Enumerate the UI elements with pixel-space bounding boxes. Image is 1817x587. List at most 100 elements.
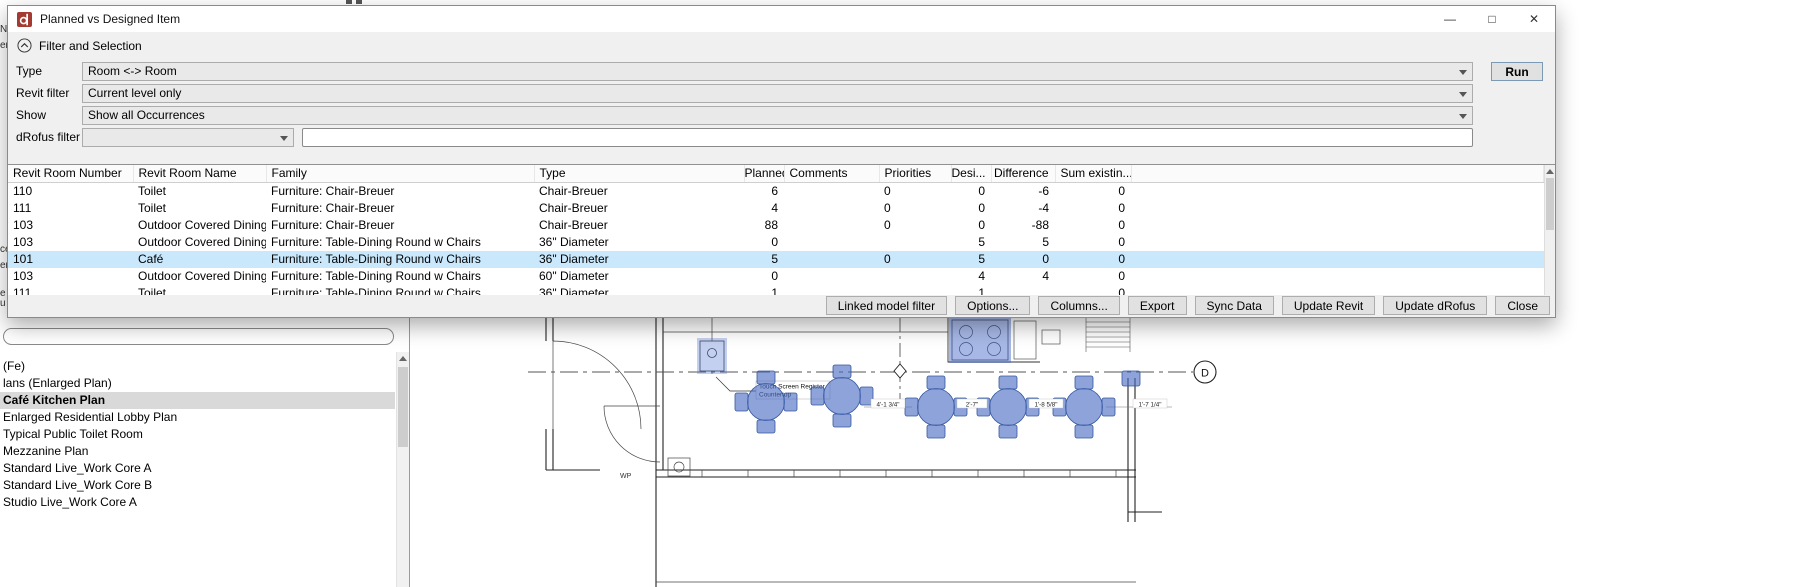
table-cell: 0 (951, 200, 991, 217)
scroll-up-icon[interactable] (1545, 165, 1555, 178)
drofus-filter-input[interactable] (302, 128, 1473, 147)
column-header-filler (1131, 165, 1544, 182)
wp-label: WP (620, 473, 632, 480)
browser-scrollbar[interactable] (396, 352, 409, 587)
scrollbar-thumb[interactable] (1546, 178, 1554, 230)
column-header[interactable]: Difference (991, 165, 1055, 182)
column-header[interactable]: Priorities (879, 165, 951, 182)
browser-item[interactable]: Enlarged Residential Lobby Plan (0, 409, 395, 426)
highlighted-chair[interactable] (1122, 371, 1140, 386)
highlighted-table[interactable] (811, 365, 873, 427)
table-cell: 88 (744, 217, 784, 234)
highlighted-table[interactable] (735, 371, 797, 433)
table-cell: 0 (879, 217, 951, 234)
button-update-revit[interactable]: Update Revit (1282, 296, 1375, 315)
table-row[interactable]: 111ToiletFurniture: Chair-BreuerChair-Br… (8, 200, 1544, 217)
plan-walls (546, 318, 1162, 587)
table-row[interactable]: 103Outdoor Covered DiningFurniture: Tabl… (8, 268, 1544, 285)
browser-item[interactable]: Standard Live_Work Core B (0, 477, 395, 494)
chevron-down-icon (1459, 92, 1467, 97)
drofus-filter-combobox[interactable] (82, 128, 294, 147)
close-button[interactable]: ✕ (1513, 6, 1555, 32)
drofus-filter-label: dRofus filter (16, 128, 82, 147)
button-close[interactable]: Close (1495, 296, 1550, 315)
table-scrollbar[interactable] (1544, 165, 1555, 295)
table-row[interactable]: 101CaféFurniture: Table-Dining Round w C… (8, 251, 1544, 268)
table-cell: 103 (8, 268, 133, 285)
column-header[interactable]: Revit Room Number (8, 165, 133, 182)
column-header[interactable]: Revit Room Name (133, 165, 266, 182)
browser-item[interactable]: Typical Public Toilet Room (0, 426, 395, 443)
button-sync-data[interactable]: Sync Data (1195, 296, 1274, 315)
floor-plan-canvas[interactable]: D Touch Screen Register Countertop WP (410, 318, 1817, 587)
table-cell: 5 (951, 251, 991, 268)
table-cell: -88 (991, 217, 1055, 234)
browser-search-input[interactable] (3, 328, 394, 345)
table-row[interactable]: 110ToiletFurniture: Chair-BreuerChair-Br… (8, 182, 1544, 200)
table-cell-filler (1131, 268, 1544, 285)
column-header[interactable]: Sum existin... (1055, 165, 1131, 182)
table-cell-filler (1131, 217, 1544, 234)
button-linked-model-filter[interactable]: Linked model filter (826, 296, 947, 315)
button-update-drofus[interactable]: Update dRofus (1383, 296, 1487, 315)
browser-item[interactable]: lans (Enlarged Plan) (0, 375, 395, 392)
ribbon-fragment-icon (356, 0, 362, 4)
type-combobox[interactable]: Room <-> Room (82, 62, 1473, 81)
dialog-titlebar[interactable]: Planned vs Designed Item — □ ✕ (8, 6, 1555, 32)
table-cell: Furniture: Table-Dining Round w Chairs (266, 285, 534, 296)
table-cell: 1 (744, 285, 784, 296)
table-cell (784, 234, 879, 251)
chevron-down-icon (1459, 114, 1467, 119)
table-cell: Toilet (133, 200, 266, 217)
table-cell (784, 200, 879, 217)
column-header[interactable]: Planned (744, 165, 784, 182)
table-cell-filler (1131, 234, 1544, 251)
table-cell-filler (1131, 200, 1544, 217)
column-header[interactable]: Type (534, 165, 744, 182)
show-combobox[interactable]: Show all Occurrences (82, 106, 1473, 125)
browser-item[interactable]: Café Kitchen Plan (0, 392, 395, 409)
minimize-button[interactable]: — (1429, 6, 1471, 32)
table-cell: Chair-Breuer (534, 200, 744, 217)
table-cell-filler (1131, 182, 1544, 200)
browser-item[interactable]: Mezzanine Plan (0, 443, 395, 460)
dimension-text: 2'-7" (966, 402, 979, 409)
table-cell (991, 285, 1055, 296)
table-cell: 0 (1055, 251, 1131, 268)
table-cell: 103 (8, 217, 133, 234)
browser-item[interactable]: (Fe) (0, 358, 395, 375)
table-cell: 4 (951, 268, 991, 285)
table-cell: 6 (744, 182, 784, 200)
text-fragment: u (0, 298, 6, 309)
table-cell (784, 182, 879, 200)
revit-filter-combobox[interactable]: Current level only (82, 84, 1473, 103)
planned-vs-designed-dialog: Planned vs Designed Item — □ ✕ Filter an… (7, 5, 1556, 318)
column-header[interactable]: Family (266, 165, 534, 182)
dimension-text: 4'-1 3/4" (876, 402, 899, 409)
scrollbar-thumb[interactable] (398, 367, 408, 447)
run-button[interactable]: Run (1491, 62, 1543, 81)
scroll-up-icon[interactable] (397, 352, 409, 365)
table-cell: 0 (991, 251, 1055, 268)
table-cell: 0 (1055, 268, 1131, 285)
maximize-button[interactable]: □ (1471, 6, 1513, 32)
table-cell: 0 (1055, 182, 1131, 200)
browser-item[interactable]: Studio Live_Work Core A (0, 494, 395, 511)
browser-item[interactable]: Standard Live_Work Core A (0, 460, 395, 477)
table-cell (784, 268, 879, 285)
button-columns[interactable]: Columns... (1038, 296, 1119, 315)
button-export[interactable]: Export (1128, 296, 1187, 315)
table-row[interactable]: 103Outdoor Covered DiningFurniture: Tabl… (8, 234, 1544, 251)
table-cell: Chair-Breuer (534, 217, 744, 234)
table-cell: 0 (879, 200, 951, 217)
column-header[interactable]: Desi... (951, 165, 991, 182)
collapse-section-icon[interactable] (17, 38, 32, 53)
table-row[interactable]: 103Outdoor Covered DiningFurniture: Chai… (8, 217, 1544, 234)
button-options[interactable]: Options... (955, 296, 1030, 315)
table-cell: 111 (8, 285, 133, 296)
kitchen-equipment (948, 318, 1060, 363)
show-label: Show (16, 106, 82, 125)
column-header[interactable]: Comments (784, 165, 879, 182)
table-row[interactable]: 111ToiletFurniture: Table-Dining Round w… (8, 285, 1544, 296)
results-table: Revit Room NumberRevit Room NameFamilyTy… (8, 164, 1555, 295)
